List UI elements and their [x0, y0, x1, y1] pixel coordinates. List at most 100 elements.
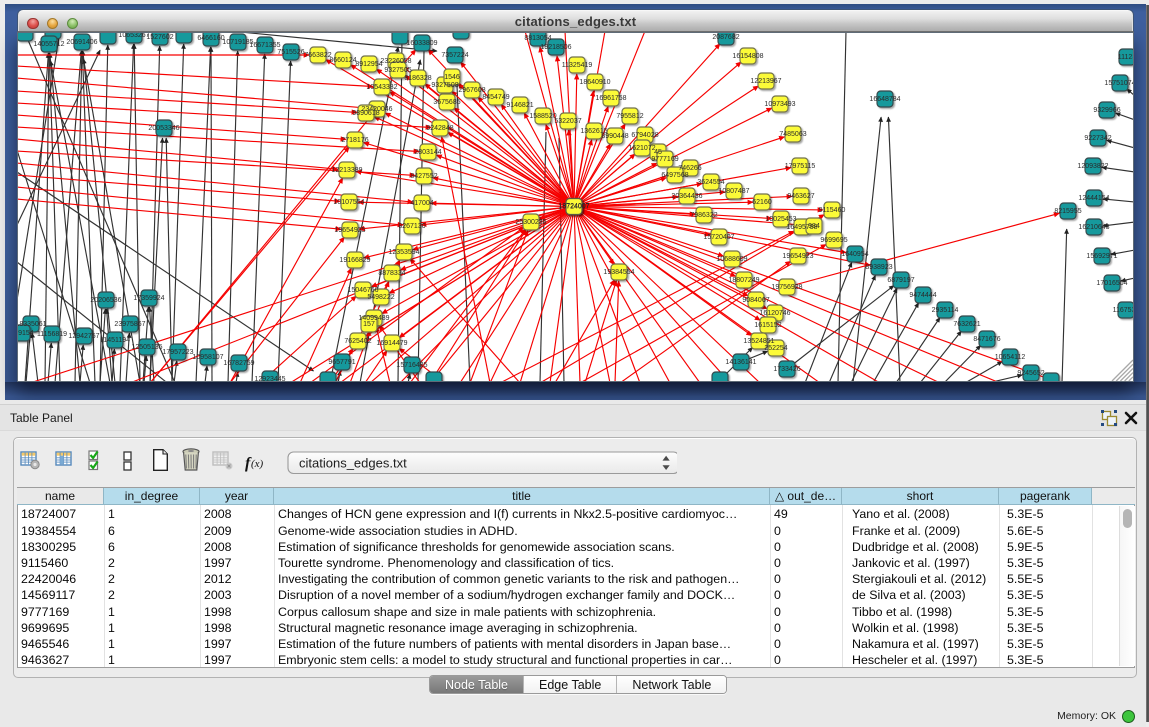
svg-text:10653267: 10653267 — [118, 32, 149, 39]
svg-text:1546: 1546 — [444, 74, 460, 81]
svg-text:17016504: 17016504 — [1096, 280, 1127, 287]
svg-text:1733426: 1733426 — [773, 366, 800, 373]
svg-text:18335061: 18335061 — [17, 321, 47, 328]
svg-text:20206536: 20206536 — [90, 297, 121, 304]
svg-text:15046766: 15046766 — [347, 287, 378, 294]
svg-text:6879197: 6879197 — [887, 277, 914, 284]
svg-text:9245652: 9245652 — [1017, 370, 1044, 377]
svg-text:9777169: 9777169 — [651, 156, 678, 163]
svg-text:1527602: 1527602 — [146, 34, 173, 41]
svg-text:12213967: 12213967 — [750, 78, 781, 85]
svg-text:12353594: 12353594 — [388, 249, 419, 256]
svg-text:7625402: 7625402 — [344, 338, 371, 345]
svg-text:8471676: 8471676 — [973, 336, 1000, 343]
svg-text:7357224: 7357224 — [441, 52, 468, 59]
svg-text:6466160: 6466160 — [197, 35, 224, 42]
svg-text:8215955: 8215955 — [1054, 208, 1081, 215]
svg-text:17975115: 17975115 — [785, 163, 816, 170]
svg-text:23226058: 23226058 — [380, 58, 411, 65]
svg-text:13524851: 13524851 — [743, 338, 774, 345]
svg-text:746266: 746266 — [678, 165, 701, 172]
svg-text:2087682: 2087682 — [712, 34, 739, 41]
svg-text:18724007: 18724007 — [558, 204, 589, 211]
svg-text:10973493: 10973493 — [764, 101, 795, 108]
svg-text:9329966: 9329966 — [1093, 107, 1120, 114]
svg-text:12444154: 12444154 — [1078, 195, 1109, 202]
svg-text:10807487: 10807487 — [718, 188, 749, 195]
svg-text:62160: 62160 — [752, 199, 772, 206]
svg-text:14136141: 14136141 — [725, 359, 756, 366]
svg-text:20691406: 20691406 — [66, 39, 97, 46]
svg-text:12213389: 12213389 — [331, 167, 362, 174]
svg-text:19654923: 19654923 — [782, 253, 813, 260]
svg-text:3624554: 3624554 — [697, 179, 724, 186]
svg-text:8454749: 8454749 — [482, 94, 509, 101]
svg-text:16033809: 16033809 — [406, 40, 437, 47]
svg-text:2718176: 2718176 — [341, 137, 368, 144]
svg-text:8186328: 8186328 — [404, 75, 431, 82]
svg-text:6794028: 6794028 — [631, 132, 658, 139]
svg-text:16961758: 16961758 — [595, 95, 626, 102]
svg-text:16671355: 16671355 — [249, 42, 280, 49]
svg-text:8427552: 8427552 — [410, 173, 437, 180]
svg-text:1615152: 1615152 — [754, 322, 781, 329]
svg-text:9657791: 9657791 — [328, 359, 355, 366]
svg-text:10107554: 10107554 — [333, 199, 364, 206]
svg-text:15751074: 15751074 — [1104, 80, 1134, 87]
svg-text:8813054: 8813054 — [524, 35, 551, 42]
svg-text:16914479: 16914479 — [376, 340, 407, 347]
svg-text:9474444: 9474444 — [909, 292, 936, 299]
svg-text:7955812: 7955812 — [616, 113, 643, 120]
svg-text:15720407: 15720407 — [703, 234, 734, 241]
svg-text:7632621: 7632621 — [953, 321, 980, 328]
svg-text:17359924: 17359924 — [133, 295, 164, 302]
svg-text:9115460: 9115460 — [819, 207, 846, 214]
svg-text:8878334: 8878334 — [378, 270, 405, 277]
svg-text:1167533: 1167533 — [1113, 307, 1134, 314]
svg-text:10025453: 10025453 — [765, 216, 796, 223]
svg-text:10543382: 10543382 — [366, 84, 397, 91]
svg-text:17957223: 17957223 — [162, 349, 193, 356]
svg-text:9890618: 9890618 — [352, 110, 379, 117]
svg-text:7485063: 7485063 — [779, 131, 806, 138]
svg-text:5498222: 5498222 — [367, 294, 394, 301]
svg-text:3675685: 3675685 — [433, 99, 460, 106]
svg-text:7663822: 7663822 — [304, 52, 331, 59]
svg-text:19756928: 19756928 — [771, 284, 802, 291]
svg-text:19218506: 19218506 — [540, 44, 571, 51]
svg-text:19384554: 19384554 — [603, 269, 634, 276]
svg-text:19654925: 19654925 — [334, 227, 365, 234]
svg-text:939154: 939154 — [17, 330, 34, 337]
svg-text:8267130: 8267130 — [398, 223, 425, 230]
svg-text:8912954: 8912954 — [355, 61, 382, 68]
svg-text:11123: 11123 — [1118, 54, 1134, 61]
svg-text:10654112: 10654112 — [995, 354, 1026, 361]
svg-text:23975867: 23975867 — [114, 321, 145, 328]
svg-text:417004: 417004 — [410, 200, 433, 207]
svg-text:5322037: 5322037 — [554, 118, 581, 125]
svg-text:11156819: 11156819 — [37, 331, 67, 338]
svg-text:2935114: 2935114 — [932, 307, 959, 314]
svg-text:1621072: 1621072 — [628, 145, 655, 152]
svg-text:12093822: 12093822 — [1077, 163, 1108, 170]
svg-text:9242848: 9242848 — [426, 125, 453, 132]
svg-text:25300235: 25300235 — [515, 219, 546, 226]
svg-text:12942757: 12942757 — [68, 333, 99, 340]
svg-text:(x): (x) — [251, 458, 264, 470]
svg-text:citations_edges.txt: citations_edges.txt — [299, 456, 407, 471]
svg-text:18807249: 18807249 — [728, 277, 759, 284]
svg-text:15692971: 15692971 — [1086, 253, 1117, 260]
svg-text:6497568: 6497568 — [661, 172, 688, 179]
svg-text:10958107: 10958107 — [192, 354, 223, 361]
svg-text:9699695: 9699695 — [820, 237, 847, 244]
svg-text:16120746: 16120746 — [759, 310, 790, 317]
svg-text:18640910: 18640910 — [579, 79, 610, 86]
svg-text:1588520: 1588520 — [529, 113, 556, 120]
svg-text:1640954: 1640954 — [841, 251, 868, 258]
svg-text:8660124: 8660124 — [329, 57, 356, 64]
svg-text:16648784: 16648784 — [869, 96, 900, 103]
svg-text:9227342: 9227342 — [1084, 135, 1111, 142]
svg-text:9327508: 9327508 — [431, 82, 458, 89]
svg-text:15716485: 15716485 — [396, 362, 427, 369]
svg-text:2967608: 2967608 — [458, 87, 485, 94]
